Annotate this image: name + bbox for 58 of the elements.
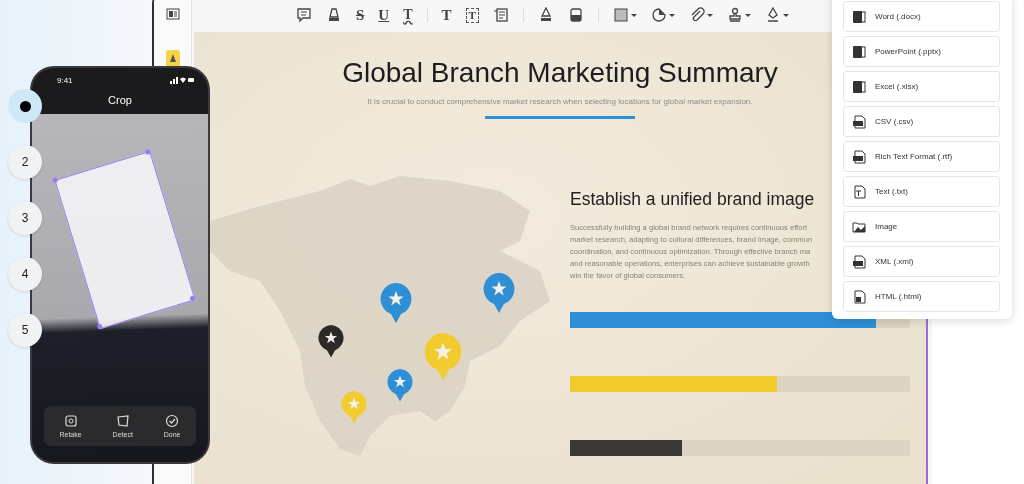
export-option[interactable]: Excel (.xlsx) (843, 71, 1000, 102)
step-marker[interactable] (8, 89, 42, 123)
sticker-tool[interactable] (650, 6, 675, 24)
export-option[interactable]: Word (.docx) (843, 1, 1000, 32)
document-subtitle: It is crucial to conduct comprehensive market research when selecting locations for global market expansion. (367, 97, 753, 106)
panel-icon[interactable] (165, 8, 180, 20)
status-icons (170, 76, 194, 84)
caret-icon (706, 13, 713, 17)
export-option[interactable]: PowerPoint (.pptx) (843, 36, 1000, 67)
note-icon (492, 7, 509, 23)
shape-tool[interactable] (612, 6, 637, 24)
file-icon (852, 114, 866, 129)
square-icon (612, 7, 629, 23)
file-icon (852, 184, 866, 199)
export-option[interactable]: CSV (.csv) (843, 106, 1000, 137)
caret-icon (782, 13, 789, 17)
step-marker[interactable]: 3 (8, 201, 42, 235)
stamp-tool[interactable] (726, 6, 751, 24)
export-option[interactable]: HTML (.html) (843, 281, 1000, 312)
export-option[interactable]: Text (.txt) (843, 176, 1000, 207)
document-title: Global Branch Marketing Summary (342, 57, 778, 89)
picture-icon (852, 219, 866, 234)
speech-bubble-icon (296, 7, 312, 23)
file-icon (852, 149, 866, 164)
underline-tool[interactable]: U (378, 6, 390, 24)
highlighter-icon (326, 7, 342, 23)
export-option[interactable]: Image (843, 211, 1000, 242)
sticker-icon (650, 7, 667, 23)
section-heading: Establish a unified brand image (570, 189, 815, 210)
note-tool[interactable] (492, 6, 509, 24)
caret-icon (630, 13, 637, 17)
screen-title: Crop (107, 93, 133, 108)
done-icon (165, 414, 180, 428)
export-option[interactable]: Rich Text Format (.rtf) (843, 141, 1000, 172)
eraser-tool[interactable] (567, 6, 584, 24)
text-tool[interactable]: T (441, 6, 452, 24)
step-marker[interactable]: 2 (8, 145, 42, 179)
file-icon (852, 79, 866, 94)
detect-icon (115, 414, 130, 428)
map-pin[interactable] (318, 325, 344, 358)
caret-icon (744, 13, 751, 17)
file-icon (852, 254, 866, 269)
file-icon (852, 44, 866, 59)
comment-tool[interactable] (296, 6, 312, 24)
eraser-icon (567, 7, 584, 23)
export-option[interactable]: XML (.xml) (843, 246, 1000, 277)
step-marker[interactable]: 5 (8, 313, 42, 347)
file-icon (852, 9, 866, 24)
squiggly-tool[interactable]: T (403, 6, 413, 24)
caret-icon (668, 13, 675, 17)
stamp-icon (726, 7, 743, 23)
textbox-tool[interactable]: T (465, 6, 479, 24)
retake-icon (63, 414, 78, 428)
highlight-tool[interactable] (326, 6, 342, 24)
status-time: 9:41 (57, 75, 73, 85)
strikethrough-tool[interactable]: S (356, 6, 365, 24)
file-icon (852, 289, 866, 304)
step-marker[interactable]: 4 (8, 257, 42, 291)
